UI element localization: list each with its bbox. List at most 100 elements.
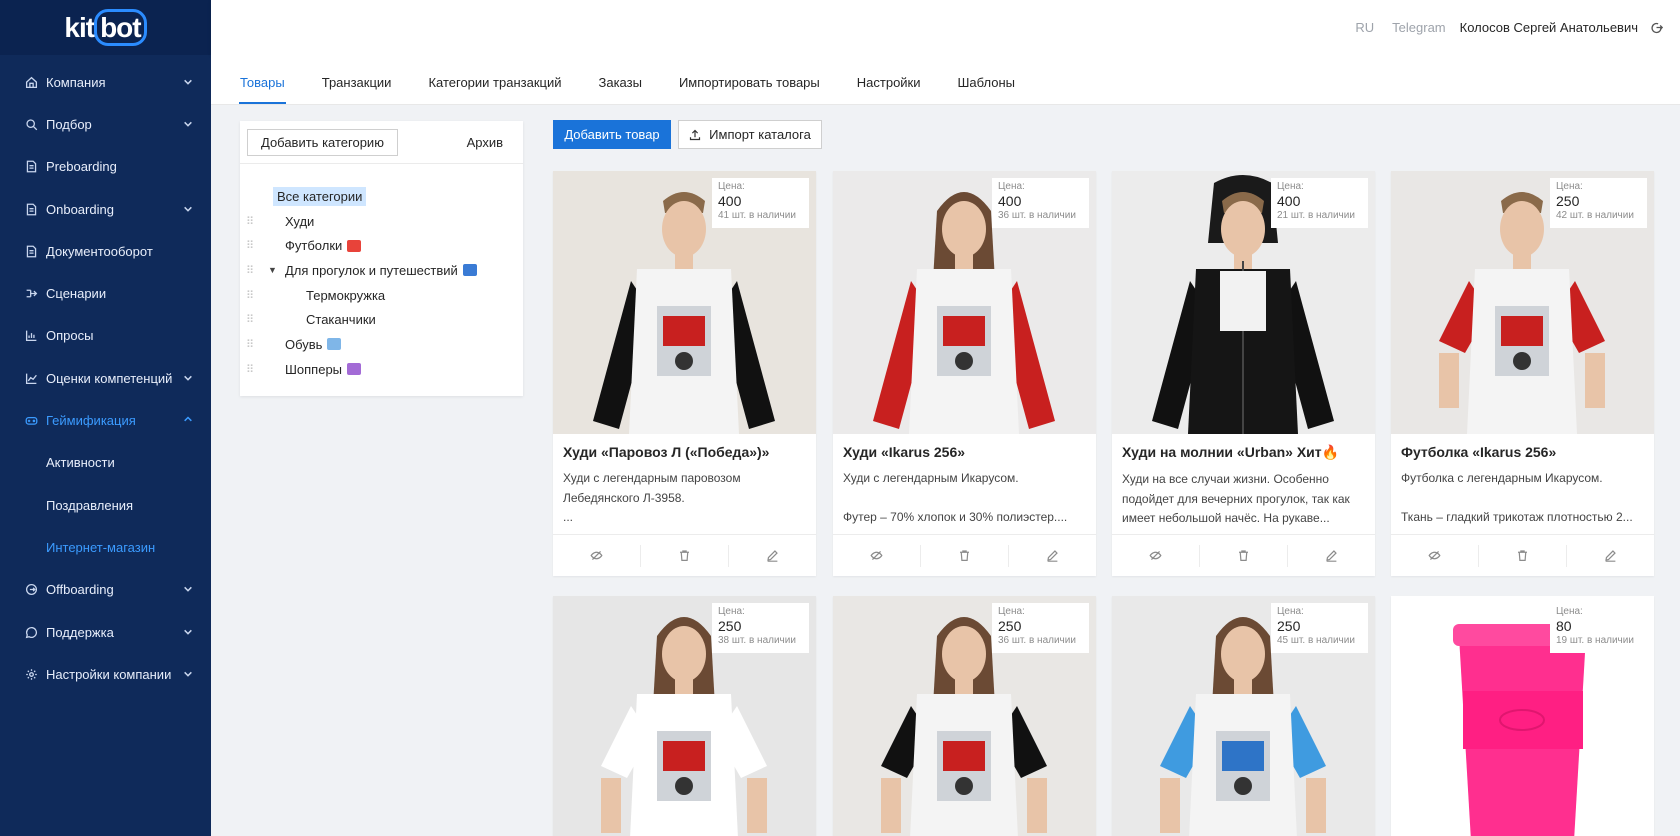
tab-4[interactable]: Импортировать товары	[678, 75, 821, 104]
category-row[interactable]: ⠿ Футболки	[240, 233, 523, 258]
telegram-link[interactable]: Telegram	[1392, 20, 1445, 35]
product-image[interactable]: Цена: 400 21 шт. в наличии	[1112, 171, 1375, 434]
price-badge: Цена: 250 38 шт. в наличии	[712, 603, 809, 653]
edit-icon[interactable]	[1288, 545, 1375, 567]
sidebar-item-label: Поздравления	[46, 497, 134, 513]
drag-handle-icon[interactable]: ⠿	[246, 289, 254, 302]
delete-icon[interactable]	[1479, 544, 1567, 567]
product-card[interactable]: Цена: 400 36 шт. в наличии Худи «Ikarus …	[833, 171, 1096, 576]
doc-icon	[24, 160, 38, 174]
delete-icon[interactable]	[641, 544, 729, 567]
product-title[interactable]: Худи «Ikarus 256»	[843, 444, 1086, 460]
edit-icon[interactable]	[1009, 545, 1096, 567]
sidebar-item-14[interactable]: Настройки компании	[0, 653, 211, 695]
category-label: Термокружка	[306, 287, 386, 303]
sidebar-item-4[interactable]: Документооборот	[0, 230, 211, 272]
edit-icon[interactable]	[1567, 545, 1654, 567]
sidebar-item-1[interactable]: Подбор	[0, 103, 211, 145]
sidebar-item-12[interactable]: Offboarding	[0, 569, 211, 611]
stock-count: 21 шт. в наличии	[1277, 210, 1355, 221]
product-title[interactable]: Футболка «Ikarus 256»	[1401, 444, 1644, 460]
card-actions	[833, 534, 1096, 576]
price-badge: Цена: 80 19 шт. в наличии	[1550, 603, 1647, 653]
delete-icon[interactable]	[1200, 544, 1288, 567]
sidebar-item-2[interactable]: Preboarding	[0, 146, 211, 188]
sidebar-item-label: Компания	[46, 74, 106, 90]
sidebar-item-3[interactable]: Onboarding	[0, 188, 211, 230]
product-card[interactable]: Цена: 250 45 шт. в наличии	[1112, 596, 1375, 836]
delete-icon[interactable]	[921, 544, 1009, 567]
product-image[interactable]: Цена: 400 36 шт. в наличии	[833, 171, 1096, 434]
hide-icon[interactable]	[1112, 544, 1200, 567]
tab-1[interactable]: Транзакции	[321, 75, 393, 104]
language-switch[interactable]: RU	[1355, 20, 1374, 35]
chevron-down-icon	[183, 117, 193, 132]
edit-icon[interactable]	[729, 545, 816, 567]
product-image[interactable]: Цена: 400 41 шт. в наличии	[553, 171, 816, 434]
sidebar-item-8[interactable]: Геймификация	[0, 399, 211, 441]
sidebar-item-label: Onboarding	[46, 201, 114, 217]
category-row[interactable]: ⠿ Шопперы	[240, 357, 523, 382]
sidebar-item-5[interactable]: Сценарии	[0, 272, 211, 314]
tab-0[interactable]: Товары	[239, 75, 286, 104]
drag-handle-icon[interactable]: ⠿	[246, 313, 254, 326]
gamepad-icon	[24, 414, 38, 428]
stock-count: 36 шт. в наличии	[998, 210, 1076, 221]
logout-icon[interactable]	[1650, 21, 1664, 35]
user-name[interactable]: Колосов Сергей Анатольевич	[1460, 20, 1638, 35]
category-row[interactable]: ⠿ Обувь	[240, 332, 523, 357]
drag-handle-icon[interactable]: ⠿	[246, 239, 254, 252]
product-image[interactable]: Цена: 250 38 шт. в наличии	[553, 596, 816, 836]
drag-handle-icon[interactable]: ⠿	[246, 264, 254, 277]
sidebar-item-label: Опросы	[46, 328, 94, 344]
product-image[interactable]: Цена: 80 19 шт. в наличии	[1391, 596, 1654, 836]
logo[interactable]: kit bot	[0, 0, 211, 55]
product-card[interactable]: Цена: 250 38 шт. в наличии	[553, 596, 816, 836]
sidebar-item-label: Preboarding	[46, 159, 117, 175]
sidebar-item-13[interactable]: Поддержка	[0, 611, 211, 653]
category-all[interactable]: Все категории	[273, 186, 367, 206]
chevron-down-icon	[183, 582, 193, 597]
stock-count: 38 шт. в наличии	[718, 635, 796, 646]
add-product-button[interactable]: Добавить товар	[553, 120, 671, 149]
tab-5[interactable]: Настройки	[856, 75, 922, 104]
sidebar-item-7[interactable]: Оценки компетенций	[0, 357, 211, 399]
category-emoji-icon	[347, 363, 362, 376]
drag-handle-icon[interactable]: ⠿	[246, 338, 254, 351]
category-row[interactable]: ⠿ Термокружка	[240, 283, 523, 308]
hide-icon[interactable]	[1391, 544, 1479, 567]
product-card[interactable]: Цена: 400 41 шт. в наличии Худи «Паровоз…	[553, 171, 816, 576]
sidebar-item-label: Подбор	[46, 116, 92, 132]
product-title[interactable]: Худи «Паровоз Л («Победа»)»	[563, 444, 806, 460]
category-row[interactable]: ⠿ ▼ Для прогулок и путешествий	[240, 258, 523, 283]
category-row[interactable]: ⠿ Стаканчики	[240, 307, 523, 332]
caret-down-icon[interactable]: ▼	[268, 265, 277, 275]
sidebar-item-9[interactable]: Активности	[0, 442, 211, 484]
drag-handle-icon[interactable]: ⠿	[246, 215, 254, 228]
product-card[interactable]: Цена: 400 21 шт. в наличии Худи на молни…	[1112, 171, 1375, 576]
drag-handle-icon[interactable]: ⠿	[246, 363, 254, 376]
product-card[interactable]: Цена: 80 19 шт. в наличии	[1391, 596, 1654, 836]
tab-3[interactable]: Заказы	[597, 75, 642, 104]
tab-2[interactable]: Категории транзакций	[427, 75, 562, 104]
sidebar-item-11[interactable]: Интернет-магазин	[0, 526, 211, 568]
product-image[interactable]: Цена: 250 42 шт. в наличии	[1391, 171, 1654, 434]
product-image[interactable]: Цена: 250 45 шт. в наличии	[1112, 596, 1375, 836]
product-card[interactable]: Цена: 250 36 шт. в наличии	[833, 596, 1096, 836]
sidebar-item-10[interactable]: Поздравления	[0, 484, 211, 526]
sidebar-item-6[interactable]: Опросы	[0, 315, 211, 357]
product-card[interactable]: Цена: 250 42 шт. в наличии Футболка «Ika…	[1391, 171, 1654, 576]
product-title[interactable]: Худи на молнии «Urban» Хит🔥	[1122, 444, 1365, 461]
sidebar-item-0[interactable]: Компания	[0, 61, 211, 103]
archive-link[interactable]: Архив	[467, 135, 503, 150]
tab-6[interactable]: Шаблоны	[957, 75, 1017, 104]
category-row[interactable]: ⠿ Худи	[240, 209, 523, 234]
hide-icon[interactable]	[553, 544, 641, 567]
category-label: Футболки	[285, 238, 343, 254]
price-value: 250	[998, 618, 1022, 634]
add-category-button[interactable]: Добавить категорию	[247, 128, 398, 156]
product-image[interactable]: Цена: 250 36 шт. в наличии	[833, 596, 1096, 836]
product-description: Худи с легендарным паровозом Лебедянског…	[563, 471, 741, 524]
import-catalog-button[interactable]: Импорт каталога	[678, 120, 822, 149]
hide-icon[interactable]	[833, 544, 921, 567]
